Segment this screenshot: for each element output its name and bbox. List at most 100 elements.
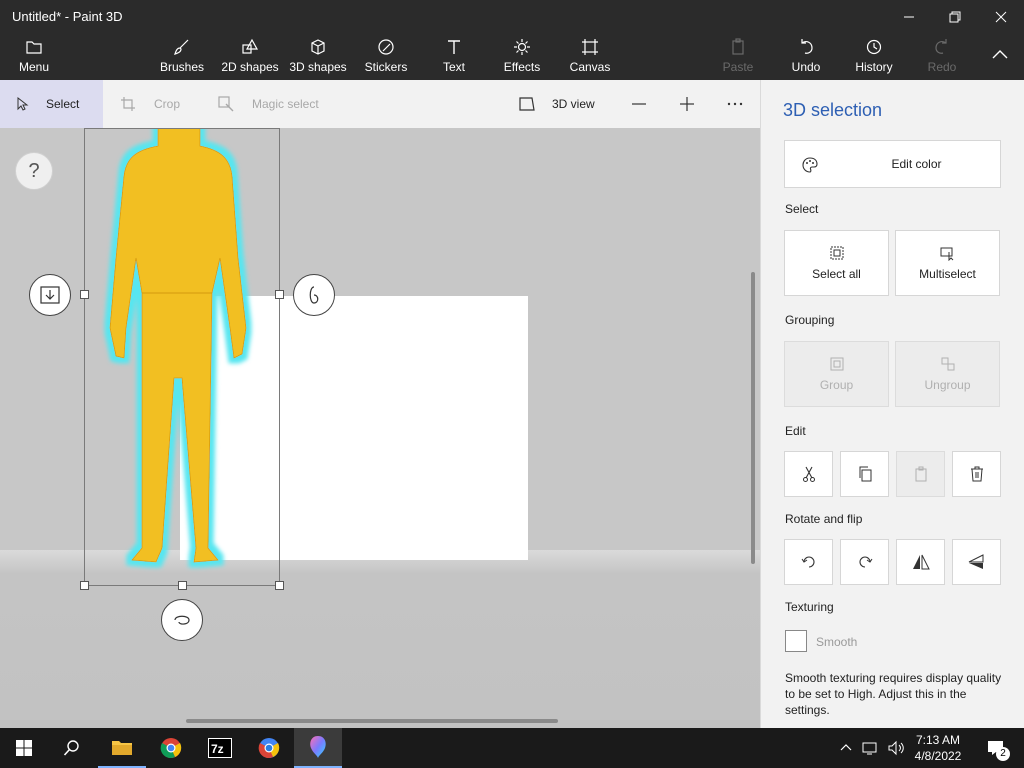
volume-button[interactable]: [884, 728, 908, 768]
shapes-3d-label: 3D shapes: [289, 60, 347, 74]
group-button[interactable]: Group: [784, 341, 889, 407]
group-icon: [830, 357, 843, 371]
windows-taskbar: 7z 7:13 AM 4/8/2022 2: [0, 728, 1024, 768]
select-all-button[interactable]: Select all: [784, 230, 889, 296]
paste-icon: [915, 466, 926, 482]
show-hidden-icons-button[interactable]: [834, 728, 858, 768]
shapes-2d-button[interactable]: 2D shapes: [220, 38, 280, 78]
paint3d-window: Untitled* - Paint 3D Menu Brushes 2D sha…: [0, 0, 1024, 728]
menu-button[interactable]: Menu: [14, 38, 54, 78]
title-bar: Untitled* - Paint 3D: [0, 0, 1024, 34]
delete-button[interactable]: [952, 451, 1001, 497]
resize-handle[interactable]: [275, 290, 284, 299]
history-icon: [866, 39, 882, 55]
smooth-label: Smooth: [816, 635, 858, 649]
chevron-up-icon: [840, 744, 852, 751]
text-button[interactable]: Text: [436, 38, 472, 78]
search-button[interactable]: [48, 728, 96, 768]
resize-handle[interactable]: [80, 581, 89, 590]
copy-icon: [859, 466, 871, 482]
windows-logo-icon: [16, 740, 32, 756]
undo-button[interactable]: Undo: [786, 38, 826, 78]
more-options-button[interactable]: [726, 80, 754, 128]
restore-icon: [949, 11, 961, 23]
paste-icon: [732, 38, 744, 55]
action-center-button[interactable]: 2: [976, 728, 1016, 768]
texturing-section-label: Texturing: [785, 600, 834, 614]
svg-text:7z: 7z: [211, 742, 224, 756]
shapes-3d-button[interactable]: 3D shapes: [288, 38, 348, 78]
search-icon: [63, 740, 79, 756]
paint3d-taskbar[interactable]: [294, 728, 342, 768]
stickers-button[interactable]: Stickers: [362, 38, 410, 78]
smooth-checkbox[interactable]: [785, 630, 807, 652]
resize-handle[interactable]: [178, 581, 187, 590]
chrome-variant-taskbar[interactable]: [245, 728, 293, 768]
rotate-z-handle[interactable]: [161, 599, 203, 641]
7zip-taskbar[interactable]: 7z: [196, 728, 244, 768]
history-button[interactable]: History: [850, 38, 898, 78]
magic-select-button[interactable]: Magic select: [218, 80, 319, 128]
resize-handle[interactable]: [275, 581, 284, 590]
edit-section-label: Edit: [785, 424, 806, 438]
folder-icon: [26, 41, 42, 54]
vertical-scrollbar[interactable]: [751, 272, 755, 564]
ungroup-button[interactable]: Ungroup: [895, 341, 1000, 407]
selection-bounding-box[interactable]: [84, 128, 280, 586]
minimize-icon: [904, 16, 914, 18]
file-explorer-taskbar[interactable]: [98, 728, 146, 768]
rotate-y-icon: [309, 286, 319, 304]
window-title: Untitled* - Paint 3D: [12, 9, 123, 24]
rotate-y-handle[interactable]: [293, 274, 335, 316]
paste-button[interactable]: Paste: [718, 38, 758, 78]
effects-label: Effects: [503, 60, 541, 74]
flip-horizontal-button[interactable]: [896, 539, 945, 585]
zoom-out-button[interactable]: [630, 80, 658, 128]
stickers-label: Stickers: [364, 60, 408, 74]
zoom-in-button[interactable]: [678, 80, 706, 128]
edit-color-button[interactable]: Edit color: [784, 140, 1001, 188]
cut-button[interactable]: [784, 451, 833, 497]
notification-count: 2: [996, 747, 1010, 761]
redo-button[interactable]: Redo: [922, 38, 962, 78]
system-clock[interactable]: 7:13 AM 4/8/2022: [906, 732, 970, 764]
crop-icon: [121, 97, 135, 111]
shapes-2d-icon: [242, 38, 259, 54]
canvas-button[interactable]: Canvas: [566, 38, 614, 78]
restore-button[interactable]: [932, 0, 978, 34]
flip-vertical-button[interactable]: [952, 539, 1001, 585]
view-3d-button[interactable]: 3D view: [518, 80, 595, 128]
minimize-button[interactable]: [886, 0, 932, 34]
move-z-icon: [40, 286, 60, 304]
chrome-icon: [160, 738, 182, 758]
canvas-label: Canvas: [569, 60, 611, 74]
select-all-label: Select all: [812, 267, 861, 281]
rotate-z-icon: [174, 615, 190, 625]
plus-icon: [680, 97, 694, 111]
panel-title: 3D selection: [783, 100, 883, 120]
brushes-button[interactable]: Brushes: [158, 38, 206, 78]
horizontal-scrollbar[interactable]: [186, 719, 558, 723]
folder-icon: [112, 741, 132, 755]
help-button[interactable]: ?: [15, 152, 53, 190]
select-tool-button[interactable]: Select: [0, 80, 103, 128]
select-tool-label: Select: [46, 97, 80, 111]
multiselect-button[interactable]: Multiselect: [895, 230, 1000, 296]
chrome-taskbar[interactable]: [147, 728, 195, 768]
rotate-left-button[interactable]: [784, 539, 833, 585]
view-3d-label: 3D view: [552, 97, 595, 111]
selection-toolbar: Select Crop Magic select 3D view: [0, 80, 760, 128]
canvas-icon: [582, 39, 598, 55]
rotate-right-button[interactable]: [840, 539, 889, 585]
canvas-area[interactable]: ?: [0, 128, 760, 728]
copy-button[interactable]: [840, 451, 889, 497]
effects-button[interactable]: Effects: [500, 38, 544, 78]
crop-button[interactable]: Crop: [120, 80, 180, 128]
start-button[interactable]: [0, 728, 48, 768]
paste-panel-button[interactable]: [896, 451, 945, 497]
push-back-handle[interactable]: [29, 274, 71, 316]
palette-icon: [802, 157, 818, 173]
close-button[interactable]: [978, 0, 1024, 34]
resize-handle[interactable]: [80, 290, 89, 299]
network-button[interactable]: [858, 728, 884, 768]
